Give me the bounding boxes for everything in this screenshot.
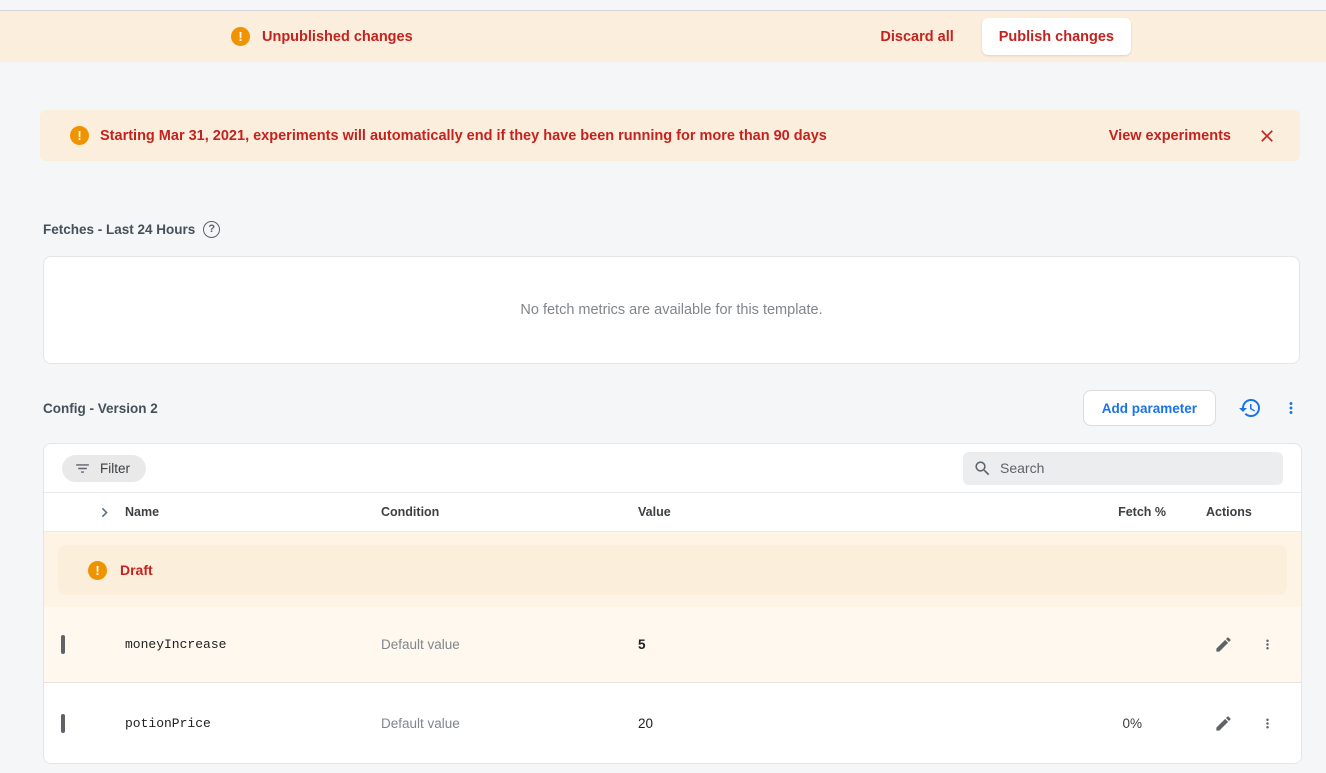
warning-icon: ! xyxy=(88,561,107,580)
param-name: moneyIncrease xyxy=(125,637,381,652)
header-actions: Actions xyxy=(1174,505,1284,519)
config-title: Config - Version 2 xyxy=(43,401,158,416)
filter-label: Filter xyxy=(100,461,130,476)
header-condition: Condition xyxy=(381,505,638,519)
row-checkbox[interactable] xyxy=(61,635,65,654)
draft-section: ! Draft xyxy=(44,532,1301,607)
experiments-notice-banner: ! Starting Mar 31, 2021, experiments wil… xyxy=(40,110,1300,161)
draft-banner: ! Draft xyxy=(58,545,1287,595)
config-table-card: Filter Name Condition Value Fetch % Acti… xyxy=(43,443,1302,764)
row-checkbox-cell xyxy=(61,637,125,652)
close-icon[interactable] xyxy=(1255,124,1279,148)
param-value: 5 xyxy=(638,637,1084,652)
top-strip xyxy=(0,0,1326,11)
search-icon xyxy=(973,459,992,478)
publish-changes-button[interactable]: Publish changes xyxy=(982,18,1131,55)
help-icon[interactable]: ? xyxy=(203,221,220,238)
header-fetch-percent: Fetch % xyxy=(1084,505,1174,519)
param-fetch-percent: 0% xyxy=(1084,716,1174,731)
param-condition: Default value xyxy=(381,716,638,731)
more-vert-icon[interactable] xyxy=(1260,637,1275,652)
chevron-right-icon[interactable] xyxy=(95,503,114,522)
row-actions xyxy=(1174,714,1284,733)
warning-icon: ! xyxy=(70,126,89,145)
view-experiments-link[interactable]: View experiments xyxy=(1109,128,1231,144)
table-row[interactable]: potionPrice Default value 20 0% xyxy=(44,683,1301,763)
unpublished-message: Unpublished changes xyxy=(262,29,413,45)
param-value: 20 xyxy=(638,716,1084,731)
more-vert-icon[interactable] xyxy=(1260,716,1275,731)
more-vert-icon[interactable] xyxy=(1282,399,1300,417)
row-actions xyxy=(1174,635,1284,654)
expand-all-cell xyxy=(61,503,125,522)
discard-all-button[interactable]: Discard all xyxy=(880,29,953,45)
filter-button[interactable]: Filter xyxy=(62,455,146,482)
fetch-metrics-card: No fetch metrics are available for this … xyxy=(43,256,1300,364)
notice-message: Starting Mar 31, 2021, experiments will … xyxy=(100,128,827,144)
fetches-section-header: Fetches - Last 24 Hours ? xyxy=(43,221,1326,238)
row-checkbox[interactable] xyxy=(61,714,65,733)
param-condition: Default value xyxy=(381,637,638,652)
filter-icon xyxy=(74,460,91,477)
row-checkbox-cell xyxy=(61,716,125,731)
table-header-row: Name Condition Value Fetch % Actions xyxy=(44,492,1301,532)
header-name: Name xyxy=(125,505,381,519)
version-history-icon[interactable] xyxy=(1238,396,1262,420)
draft-label: Draft xyxy=(120,562,153,578)
search-box xyxy=(963,452,1283,485)
table-row[interactable]: moneyIncrease Default value 5 xyxy=(44,607,1301,683)
unpublished-message-group: ! Unpublished changes xyxy=(231,27,413,46)
edit-pencil-icon[interactable] xyxy=(1214,635,1233,654)
warning-icon: ! xyxy=(231,27,250,46)
unpublished-changes-banner: ! Unpublished changes Discard all Publis… xyxy=(0,11,1326,62)
edit-pencil-icon[interactable] xyxy=(1214,714,1233,733)
fetch-empty-message: No fetch metrics are available for this … xyxy=(520,302,822,318)
config-section-header: Config - Version 2 Add parameter xyxy=(43,390,1300,426)
table-toolbar: Filter xyxy=(44,444,1301,492)
param-name: potionPrice xyxy=(125,716,381,731)
search-input[interactable] xyxy=(1000,460,1273,476)
fetches-title: Fetches - Last 24 Hours xyxy=(43,222,195,237)
header-value: Value xyxy=(638,505,1084,519)
add-parameter-button[interactable]: Add parameter xyxy=(1083,390,1216,426)
